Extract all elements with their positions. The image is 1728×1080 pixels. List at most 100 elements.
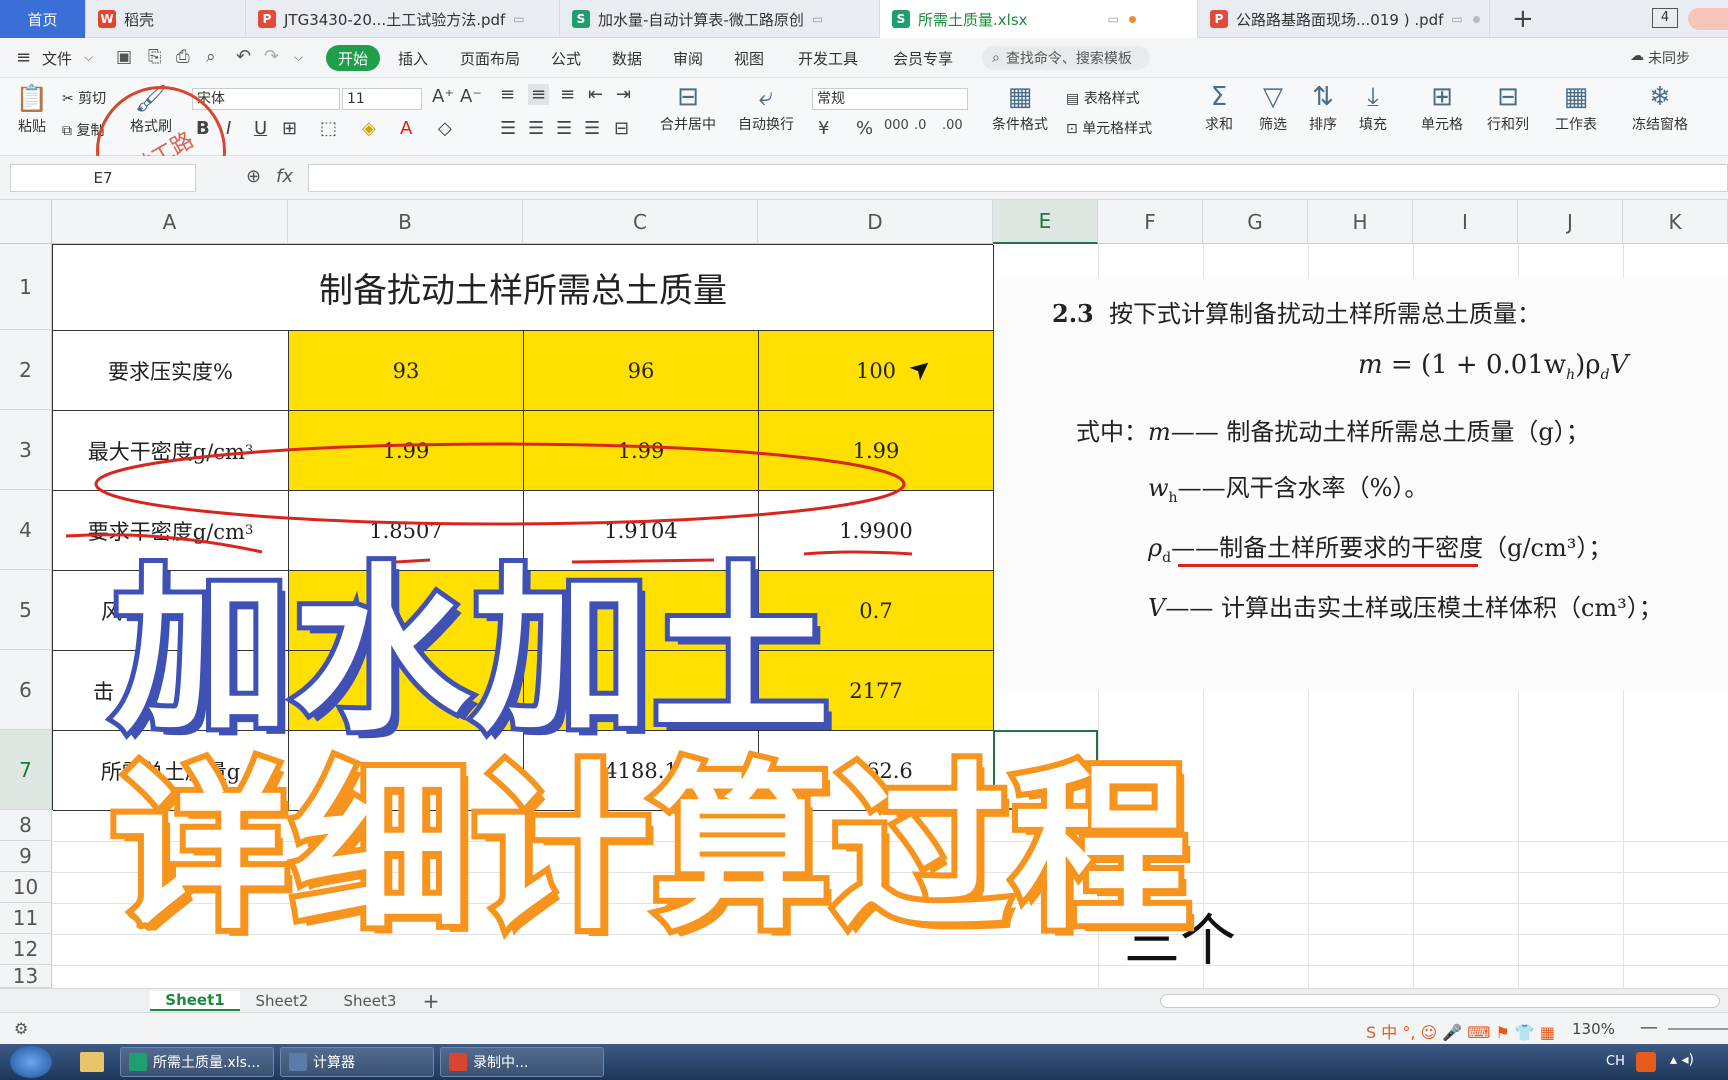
menu-tab-data[interactable]: 数据: [612, 48, 642, 69]
command-search-input[interactable]: ⌕ 查找命令、搜索模板: [982, 46, 1150, 70]
row-header[interactable]: 13: [0, 964, 52, 988]
formula-input[interactable]: [308, 164, 1728, 192]
start-orb-icon[interactable]: [10, 1046, 52, 1078]
menu-tab-insert[interactable]: 插入: [398, 48, 428, 69]
row-header[interactable]: 10: [0, 872, 52, 903]
clear-format-icon[interactable]: ◇: [438, 118, 452, 139]
font-color-icon[interactable]: A: [400, 118, 412, 139]
undo-icon[interactable]: ↶: [236, 46, 251, 67]
quick-access-chevron-icon[interactable]: ⌵: [294, 50, 303, 65]
row-header[interactable]: 11: [0, 903, 52, 934]
row-header[interactable]: 12: [0, 934, 52, 965]
paste-button[interactable]: 📋 粘贴: [10, 82, 54, 136]
increase-decimal-icon[interactable]: .0: [914, 118, 926, 133]
file-explorer-icon[interactable]: [80, 1052, 104, 1072]
align-bottom-icon[interactable]: ≡: [560, 84, 575, 105]
italic-icon[interactable]: I: [226, 118, 231, 139]
sheet-tab-1[interactable]: Sheet1: [150, 991, 240, 1011]
wrap-text-button[interactable]: ⤶ 自动换行: [730, 80, 802, 134]
underline-icon[interactable]: U: [254, 118, 267, 139]
increase-indent-icon[interactable]: ⇥: [616, 84, 631, 105]
freeze-panes-button[interactable]: ❄ 冻结窗格: [1622, 80, 1698, 134]
align-right-icon[interactable]: ☰: [556, 118, 572, 139]
font-size-select[interactable]: 11: [342, 88, 422, 110]
tray-icons[interactable]: ▴ ◂): [1670, 1052, 1694, 1068]
row-header[interactable]: 8: [0, 810, 52, 841]
thousands-icon[interactable]: 000: [884, 118, 909, 133]
worksheet-button[interactable]: ▦ 工作表: [1546, 80, 1606, 134]
menu-tab-page-layout[interactable]: 页面布局: [460, 48, 520, 69]
decrease-font-icon[interactable]: A⁻: [460, 86, 482, 107]
distributed-icon[interactable]: ⊟: [614, 118, 629, 139]
print-preview-icon[interactable]: ⌕: [206, 47, 216, 67]
table-style-button[interactable]: ▤ 表格样式: [1066, 88, 1140, 108]
zoom-level[interactable]: 130%: [1572, 1020, 1615, 1038]
macro-record-icon[interactable]: ⚙: [14, 1019, 28, 1038]
account-button[interactable]: [1688, 8, 1728, 30]
zoom-out-icon[interactable]: —: [1640, 1017, 1658, 1038]
menu-tab-view[interactable]: 视图: [734, 48, 764, 69]
column-header[interactable]: K: [1623, 200, 1728, 244]
font-name-select[interactable]: 宋体: [192, 88, 340, 110]
taskbar-item-calculator[interactable]: 计算器: [280, 1047, 434, 1077]
taskbar-item-spreadsheet[interactable]: 所需土质量.xls...: [120, 1047, 274, 1077]
increase-font-icon[interactable]: A⁺: [432, 86, 454, 107]
align-top-icon[interactable]: ≡: [500, 84, 515, 105]
tab-water-calc[interactable]: S 加水量-自动计算表-微工路原创 ▭: [560, 0, 880, 38]
export-icon[interactable]: ⎘: [148, 47, 162, 67]
chevron-down-icon[interactable]: ⌵: [84, 50, 93, 65]
tab-pdf-jtg3430[interactable]: P JTG3430-20...土工试验方法.pdf ▭: [246, 0, 560, 38]
column-header[interactable]: F: [1098, 200, 1203, 244]
menu-tab-review[interactable]: 审阅: [673, 48, 703, 69]
column-header[interactable]: I: [1413, 200, 1518, 244]
cell-style-button[interactable]: ⊡ 单元格样式: [1066, 118, 1152, 138]
sort-button[interactable]: ⇅ 排序: [1300, 80, 1346, 134]
percent-icon[interactable]: %: [856, 118, 873, 139]
conditional-format-button[interactable]: ▦ 条件格式: [984, 80, 1056, 134]
menu-tab-start[interactable]: 开始: [326, 45, 380, 71]
tab-home[interactable]: 首页: [0, 0, 86, 38]
input-language[interactable]: CH: [1606, 1054, 1625, 1069]
filter-button[interactable]: ▽ 筛选: [1250, 80, 1296, 134]
border-icon[interactable]: ⊞: [282, 118, 297, 139]
align-center-icon[interactable]: ☰: [528, 118, 544, 139]
new-tab-plus-icon[interactable]: +: [1512, 4, 1534, 34]
print-icon[interactable]: ⎙: [176, 47, 190, 67]
fill-color-icon[interactable]: ◈: [362, 118, 376, 139]
zoom-lookup-icon[interactable]: ⊕: [246, 166, 261, 187]
align-left-icon[interactable]: ☰: [500, 118, 516, 139]
zoom-slider[interactable]: [1668, 1028, 1728, 1030]
menu-tab-formulas[interactable]: 公式: [551, 48, 581, 69]
cell-button[interactable]: ⊞ 单元格: [1412, 80, 1472, 134]
tab-active-soil-mass[interactable]: S 所需土质量.xlsx ▭: [880, 0, 1198, 38]
tab-docer[interactable]: W 稻壳: [86, 0, 246, 38]
save-icon[interactable]: ▣: [116, 47, 132, 67]
cell-shading-icon[interactable]: ⬚: [320, 118, 337, 139]
fx-icon[interactable]: fx: [276, 166, 293, 187]
sync-status[interactable]: ☁ 未同步: [1630, 48, 1690, 68]
fill-button[interactable]: ⤓ 填充: [1350, 80, 1396, 134]
decrease-decimal-icon[interactable]: .00: [942, 118, 963, 133]
currency-icon[interactable]: ¥: [818, 118, 829, 139]
name-box[interactable]: E7: [10, 164, 196, 192]
menu-tab-member[interactable]: 会员专享: [893, 48, 953, 69]
sheet-tab-3[interactable]: Sheet3: [328, 991, 412, 1011]
menu-tab-developer[interactable]: 开发工具: [798, 48, 858, 69]
number-format-select[interactable]: 常规: [812, 88, 968, 110]
file-menu[interactable]: 文件: [42, 48, 72, 69]
taskbar-item-recorder[interactable]: 录制中...: [440, 1047, 604, 1077]
merge-center-button[interactable]: ⊟ 合并居中: [650, 80, 726, 134]
column-header[interactable]: J: [1518, 200, 1623, 244]
hamburger-menu-icon[interactable]: ≡: [16, 47, 31, 68]
ime-icon[interactable]: [1636, 1052, 1656, 1072]
align-middle-icon[interactable]: ≡: [528, 84, 550, 105]
sum-button[interactable]: Σ 求和: [1196, 80, 1242, 134]
decrease-indent-icon[interactable]: ⇤: [588, 84, 603, 105]
rows-cols-button[interactable]: ⊟ 行和列: [1478, 80, 1538, 134]
cut-button[interactable]: ✂ 剪切: [62, 88, 106, 108]
add-sheet-plus-icon[interactable]: +: [416, 989, 446, 1013]
column-header[interactable]: G: [1203, 200, 1308, 244]
column-header[interactable]: H: [1308, 200, 1413, 244]
ime-toolbar[interactable]: S 中 °, ☺ 🎤 ⌨ ⚑ 👕 ▦: [1366, 1019, 1555, 1043]
row-header[interactable]: 9: [0, 841, 52, 872]
